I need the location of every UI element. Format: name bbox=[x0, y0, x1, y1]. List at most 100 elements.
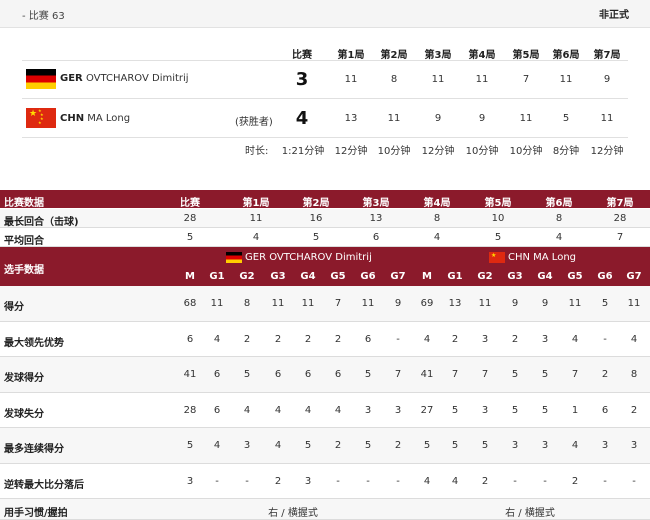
player-1-game-2: 8 bbox=[390, 74, 398, 85]
stat-value: 68 bbox=[183, 298, 197, 309]
player-1-game-3: 11 bbox=[431, 74, 445, 85]
player-stats-title: 选手数据 bbox=[4, 265, 44, 276]
stat-value: 69 bbox=[420, 298, 434, 309]
sub-header: G1 bbox=[447, 271, 463, 282]
stat-value: 5 bbox=[304, 440, 312, 451]
stat-value: 2 bbox=[511, 334, 519, 345]
player-1-game-5: 7 bbox=[522, 74, 530, 85]
player-stat-row-comeback: 逆转最大比分落后 3 - - 2 3 - - - 4 4 2 - - 2 - - bbox=[0, 464, 650, 499]
match-breadcrumb[interactable]: - 比赛 63 bbox=[22, 7, 65, 22]
stat-value: 3 bbox=[630, 440, 638, 451]
stat-value: 4 bbox=[252, 232, 260, 243]
sub-header: G2 bbox=[239, 271, 255, 282]
duration-game-2: 10分钟 bbox=[377, 146, 411, 157]
stat-value: - bbox=[513, 476, 517, 487]
stat-value: 4 bbox=[451, 476, 459, 487]
china-flag-icon: ★ bbox=[489, 252, 505, 263]
sub-header: G4 bbox=[300, 271, 316, 282]
player-1-game-4: 11 bbox=[475, 74, 489, 85]
stat-value: 5 bbox=[541, 405, 549, 416]
stat-label: 发球失分 bbox=[4, 409, 44, 420]
sub-header: M bbox=[185, 271, 195, 282]
player-2-game-2: 11 bbox=[387, 113, 401, 124]
header-game-5: 第5局 bbox=[512, 50, 540, 61]
stat-value: - bbox=[396, 334, 400, 345]
stat-value: 7 bbox=[451, 369, 459, 380]
stat-value: 5 bbox=[186, 440, 194, 451]
result-status-label: 非正式 bbox=[599, 10, 629, 21]
stat-value: 3 bbox=[601, 440, 609, 451]
stat-value: 4 bbox=[274, 440, 282, 451]
stat-value: 3 bbox=[394, 405, 402, 416]
player-2-name[interactable]: CHN MA Long bbox=[60, 113, 130, 124]
stat-value: 28 bbox=[183, 213, 197, 224]
stat-value: 6 bbox=[364, 334, 372, 345]
player-stat-row-max-streak: 最多连续得分 5 4 3 4 5 2 5 2 5 5 5 3 3 4 3 3 bbox=[0, 428, 650, 464]
player-1-fullname: OVTCHAROV Dimitrij bbox=[85, 73, 189, 84]
player-2-game-4: 9 bbox=[478, 113, 486, 124]
stat-value: 6 bbox=[274, 369, 282, 380]
stat-value: 8 bbox=[630, 369, 638, 380]
germany-flag-icon bbox=[226, 252, 242, 263]
player-2-game-5: 11 bbox=[519, 113, 533, 124]
china-flag-icon: ★ ★ ★ ★ ★ bbox=[26, 108, 56, 128]
stat-label: 得分 bbox=[4, 302, 24, 313]
ms-header-game-7: 第7局 bbox=[606, 198, 634, 209]
stat-value: 28 bbox=[613, 213, 627, 224]
stat-value: 2 bbox=[274, 334, 282, 345]
stat-value: 6 bbox=[186, 334, 194, 345]
stat-value: 6 bbox=[372, 232, 380, 243]
stat-value: 4 bbox=[243, 405, 251, 416]
stat-value: 5 bbox=[186, 232, 194, 243]
stat-value: 5 bbox=[511, 369, 519, 380]
stat-value: 3 bbox=[541, 440, 549, 451]
stat-value: - bbox=[336, 476, 340, 487]
player-2-game-7: 11 bbox=[600, 113, 614, 124]
header-game-3: 第3局 bbox=[424, 50, 452, 61]
stat-value: 4 bbox=[304, 405, 312, 416]
player-2-game-6: 5 bbox=[562, 113, 570, 124]
stat-value: 2 bbox=[243, 334, 251, 345]
stat-value: - bbox=[366, 476, 370, 487]
stat-value: 4 bbox=[555, 232, 563, 243]
player-1-grip: 右 / 横握式 bbox=[268, 508, 318, 519]
player-1-name[interactable]: GER OVTCHAROV Dimitrij bbox=[60, 73, 189, 84]
player-stat-row-serve-won: 发球得分 41 6 5 6 6 6 5 7 41 7 7 5 5 7 2 8 bbox=[0, 357, 650, 393]
match-stat-row-average-rally: 平均回合 5 4 5 6 4 5 4 7 bbox=[0, 228, 650, 247]
stat-value: 41 bbox=[420, 369, 434, 380]
stat-value: - bbox=[603, 476, 607, 487]
stat-value: 7 bbox=[334, 298, 342, 309]
stat-value: 11 bbox=[210, 298, 224, 309]
stat-value: 5 bbox=[541, 369, 549, 380]
stat-value: 5 bbox=[364, 440, 372, 451]
sub-header: G4 bbox=[537, 271, 553, 282]
stat-label: 平均回合 bbox=[4, 236, 44, 247]
stat-value: 1 bbox=[571, 405, 579, 416]
stat-value: - bbox=[245, 476, 249, 487]
stat-label: 最多连续得分 bbox=[4, 444, 64, 455]
player-1-noc: GER bbox=[60, 73, 83, 84]
stat-value: 3 bbox=[481, 334, 489, 345]
stat-value: 4 bbox=[213, 334, 221, 345]
stat-value: - bbox=[603, 334, 607, 345]
stat-value: 4 bbox=[571, 334, 579, 345]
stat-value: 4 bbox=[213, 440, 221, 451]
stat-value: 11 bbox=[249, 213, 263, 224]
ms-header-match: 比赛 bbox=[180, 198, 200, 209]
stat-value: 5 bbox=[243, 369, 251, 380]
match-stat-row-longest-rally: 最长回合（击球) 28 11 16 13 8 10 8 28 bbox=[0, 209, 650, 228]
stat-value: 9 bbox=[511, 298, 519, 309]
player-1-game-6: 11 bbox=[559, 74, 573, 85]
stat-label: 逆转最大比分落后 bbox=[4, 480, 84, 491]
match-stats-title: 比赛数据 bbox=[4, 198, 44, 209]
stat-value: 8 bbox=[243, 298, 251, 309]
duration-game-4: 10分钟 bbox=[465, 146, 499, 157]
stat-value: 2 bbox=[481, 476, 489, 487]
stat-value: 3 bbox=[511, 440, 519, 451]
stat-value: 4 bbox=[571, 440, 579, 451]
header-game-1: 第1局 bbox=[337, 50, 365, 61]
stat-value: 3 bbox=[481, 405, 489, 416]
stat-value: 3 bbox=[304, 476, 312, 487]
player-2-grip: 右 / 横握式 bbox=[505, 508, 555, 519]
stat-value: 13 bbox=[369, 213, 383, 224]
